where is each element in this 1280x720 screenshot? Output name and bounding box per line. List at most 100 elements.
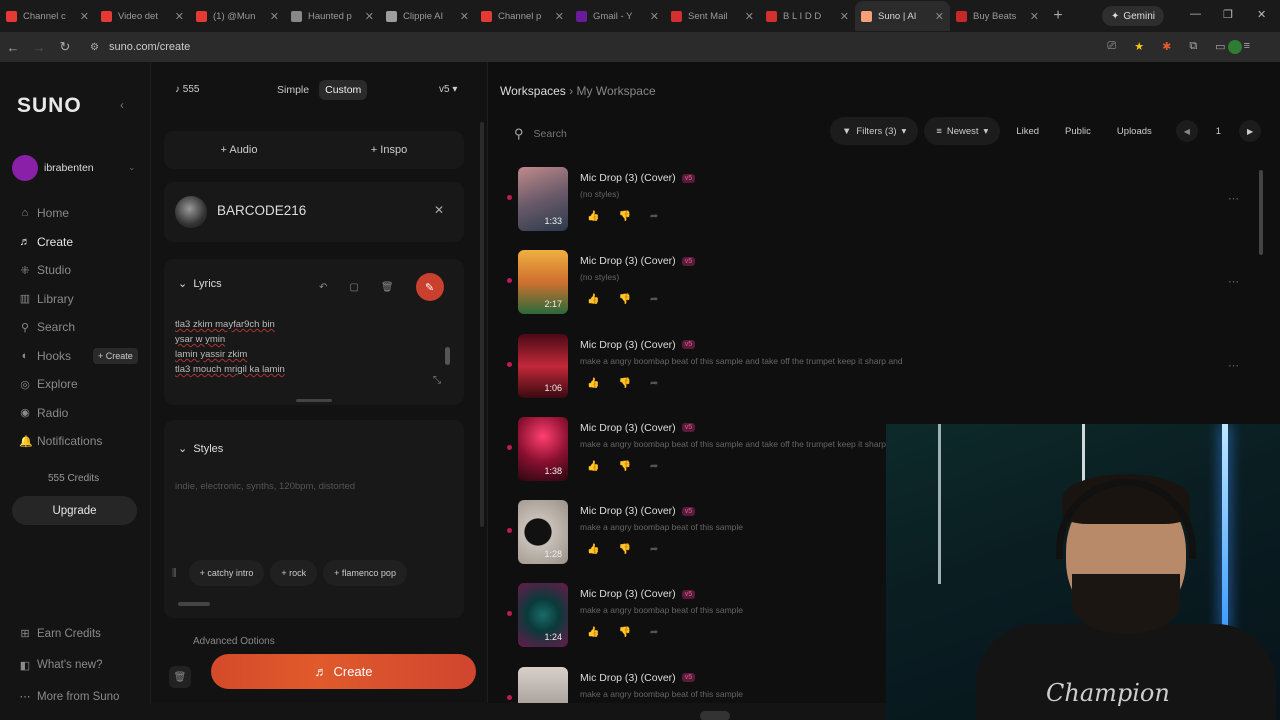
song-cover[interactable]: 1:24 (518, 583, 568, 648)
sidebar-bottom-item[interactable]: ⋯ More from Suno (19, 681, 120, 713)
close-icon[interactable]: ✕ (434, 203, 444, 217)
share-icon[interactable]: ➦ (650, 211, 658, 222)
styles-input[interactable]: indie, electronic, synths, 120bpm, disto… (175, 481, 355, 492)
sidebar-bottom-item[interactable]: ⊞ Earn Credits (19, 618, 119, 650)
browser-tab[interactable]: Channel p ✕ (475, 1, 570, 31)
sort-button[interactable]: ≡ Newest ▾ (924, 117, 1001, 145)
lyrics-header[interactable]: ⌄ Lyrics (178, 277, 222, 290)
sidebar-bottom-item[interactable]: ◧ What's new? (19, 650, 119, 682)
bookmark-icon[interactable]: ▢ (349, 282, 358, 293)
share-icon[interactable]: ➦ (650, 544, 658, 555)
song-row[interactable]: 1:06 Mic Drop (3) (Cover) v5 make a angry b… (488, 331, 1268, 414)
lyrics-input[interactable]: tla3 zkim mayfar9ch bin ysar w ymin lamin … (175, 317, 285, 377)
puzzle-icon[interactable]: ⧉ (1189, 40, 1197, 53)
tab-close-icon[interactable]: ✕ (270, 10, 279, 23)
share-icon[interactable]: ➦ (650, 294, 658, 305)
song-title[interactable]: Mic Drop (3) (Cover) (580, 422, 676, 434)
gemini-button[interactable]: ✦ Gemini (1102, 6, 1164, 26)
browser-tab[interactable]: (1) @Mun ✕ (190, 1, 285, 31)
minimize-button[interactable]: — (1190, 8, 1201, 20)
browser-tab[interactable]: Clippie AI ✕ (380, 1, 475, 31)
browser-tab[interactable]: Channel c ✕ (0, 1, 95, 31)
library-icon[interactable]: ⫼ (172, 568, 177, 579)
browser-tab[interactable]: Gmail - Y ✕ (570, 1, 665, 31)
chips-scrollbar[interactable] (178, 602, 210, 606)
song-cover[interactable]: 1:33 (518, 167, 568, 231)
song-cover[interactable]: 1:28 (518, 500, 568, 565)
song-title[interactable]: Mic Drop (3) (Cover) (580, 255, 676, 267)
song-title[interactable]: Mic Drop (3) (Cover) (580, 172, 676, 184)
tab-close-icon[interactable]: ✕ (365, 10, 374, 23)
url-field[interactable]: ⚙ suno.com/create (90, 36, 1090, 58)
main-scrollbar[interactable] (1259, 170, 1263, 255)
styles-header[interactable]: ⌄ Styles (178, 442, 223, 455)
back-icon[interactable]: ← (0, 40, 26, 55)
browser-tab[interactable]: Sent Mail ✕ (665, 1, 760, 31)
breadcrumb-workspaces[interactable]: Workspaces (500, 84, 566, 98)
thumbs-down-icon[interactable]: 👎 (618, 211, 630, 222)
tab-close-icon[interactable]: ✕ (840, 10, 849, 23)
public-filter[interactable]: Public (1055, 126, 1101, 137)
sidebar-item-search[interactable]: ⚲ Search (19, 313, 138, 342)
profile-avatar[interactable] (1228, 40, 1242, 54)
filters-button[interactable]: ▼ Filters (3) ▾ (830, 117, 919, 145)
more-options-icon[interactable]: ⋯ (1228, 359, 1239, 372)
thumbs-up-icon[interactable]: 👍 (587, 211, 599, 222)
thumbs-up-icon[interactable]: 👍 (587, 544, 599, 555)
add-audio-button[interactable]: + Audio (164, 131, 314, 169)
thumbs-up-icon[interactable]: 👍 (587, 294, 599, 305)
magic-wand-icon[interactable]: ✎ (415, 273, 444, 301)
restore-button[interactable]: ❐ (1223, 8, 1233, 21)
uploads-filter[interactable]: Uploads (1107, 126, 1162, 137)
thumbs-down-icon[interactable]: 👎 (618, 378, 630, 389)
add-inspo-button[interactable]: + Inspo (314, 131, 464, 169)
song-cover[interactable]: 2:17 (518, 250, 568, 315)
new-tab-button[interactable]: + (1045, 7, 1071, 25)
thumbs-up-icon[interactable]: 👍 (587, 461, 599, 472)
create-button[interactable]: ♬ Create (211, 654, 476, 689)
mode-simple-button[interactable]: Simple (271, 80, 315, 100)
resize-handle[interactable] (296, 399, 332, 402)
song-title[interactable]: Mic Drop (3) (Cover) (580, 505, 676, 517)
clear-trash-icon[interactable]: 🗑 (169, 666, 191, 688)
prev-page-icon[interactable]: ◀ (1175, 120, 1198, 142)
sidepanel-icon[interactable]: ▭ (1215, 40, 1225, 53)
install-icon[interactable]: ⎚ (1107, 40, 1116, 53)
lyrics-scrollbar[interactable] (445, 347, 450, 365)
tab-close-icon[interactable]: ✕ (175, 10, 184, 23)
tab-close-icon[interactable]: ✕ (80, 10, 89, 23)
tab-close-icon[interactable]: ✕ (935, 10, 944, 23)
song-title[interactable]: Mic Drop (3) (Cover) (580, 588, 676, 600)
chevron-down-icon[interactable]: ⌄ (128, 162, 136, 173)
bookmark-star-icon[interactable]: ★ (1134, 40, 1144, 53)
thumbs-down-icon[interactable]: 👎 (618, 294, 630, 305)
window-close-button[interactable]: ✕ (1257, 8, 1266, 21)
thumbs-down-icon[interactable]: 👎 (618, 544, 630, 555)
trash-icon[interactable]: 🗑 (381, 282, 394, 293)
undo-icon[interactable]: ↶ (319, 282, 327, 293)
share-icon[interactable]: ➦ (650, 627, 658, 638)
search-input[interactable]: ⚲ Search (502, 120, 827, 148)
reload-icon[interactable]: ↻ (52, 39, 78, 55)
tab-close-icon[interactable]: ✕ (650, 10, 659, 23)
sidebar-item-home[interactable]: ⌂ Home (19, 199, 138, 228)
song-cover[interactable]: 1:06 (518, 333, 568, 398)
tab-close-icon[interactable]: ✕ (555, 10, 564, 23)
mode-custom-button[interactable]: Custom (319, 80, 368, 100)
browser-tab[interactable]: Haunted p ✕ (285, 1, 380, 31)
sidebar-item-hooks[interactable]: ◐ Hooks + Create (19, 342, 138, 371)
sidebar-item-radio[interactable]: ◉ Radio (19, 399, 138, 428)
share-icon[interactable]: ➦ (650, 461, 658, 472)
more-options-icon[interactable]: ⋯ (1228, 275, 1239, 288)
tab-close-icon[interactable]: ✕ (1030, 10, 1039, 23)
tab-close-icon[interactable]: ✕ (745, 10, 754, 23)
sidebar-item-studio[interactable]: ⁜ Studio (19, 256, 138, 285)
share-icon[interactable]: ➦ (650, 378, 658, 389)
thumbs-down-icon[interactable]: 👎 (618, 627, 630, 638)
browser-tab[interactable]: Video det ✕ (95, 1, 190, 31)
collapse-sidebar-icon[interactable]: ‹ (120, 98, 124, 112)
browser-tab[interactable]: Buy Beats ✕ (950, 1, 1045, 31)
browser-tab[interactable]: Suno | AI ✕ (855, 1, 950, 31)
style-chip[interactable]: + flamenco pop (323, 560, 407, 586)
drag-handle[interactable] (700, 711, 730, 720)
